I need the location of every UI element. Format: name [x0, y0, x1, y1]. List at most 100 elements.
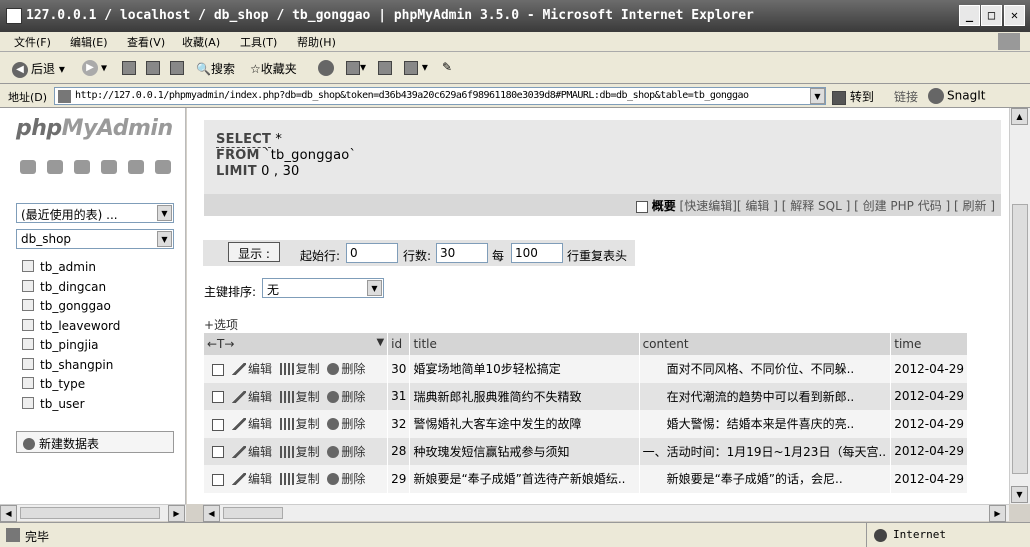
cell-time[interactable]: 2012-04-29 [890, 410, 968, 438]
menu-tools[interactable]: 工具(T) [240, 34, 277, 50]
go-button[interactable]: 转到 [832, 88, 874, 105]
delete-link[interactable]: 删除 [327, 445, 365, 459]
table-item-tb-user[interactable]: tb_user [22, 396, 120, 417]
home-icon[interactable] [20, 160, 36, 174]
address-dropdown-chevron-down-icon[interactable]: ▼ [810, 88, 825, 104]
scroll-up-icon[interactable]: ▲ [1011, 108, 1028, 125]
cell-id[interactable]: 32 [387, 410, 411, 438]
main-vscrollbar[interactable]: ▲ ▼ [1009, 108, 1030, 504]
table-item-tb-admin[interactable]: tb_admin [22, 260, 120, 280]
cell-id[interactable]: 30 [387, 355, 411, 383]
cell-content[interactable]: 新娘要是“奉子成婚”的话，会尼.. [639, 465, 892, 493]
scroll-thumb[interactable] [1012, 204, 1028, 474]
column-header-id[interactable]: id [387, 333, 411, 355]
cell-content[interactable]: 一、活动时间：1月19日~1月23日（每天宫.. [639, 437, 892, 465]
cell-content[interactable]: 在对代潮流的趋势中可以看到新郎.. [639, 382, 892, 410]
sql-action-links[interactable]: [快速编辑][ 编辑 ] [ 解释 SQL ] [ 创建 PHP 代码 ] [ … [680, 199, 995, 213]
minimize-button[interactable]: _ [959, 5, 980, 26]
database-select[interactable]: db_shop ▼ [16, 229, 174, 249]
scroll-down-icon[interactable]: ▼ [1011, 486, 1028, 503]
primary-key-sort-select[interactable]: 无 ▼ [262, 278, 384, 298]
column-header-time[interactable]: time [890, 333, 968, 355]
cell-content[interactable]: 面对不同风格、不同价位、不同躲.. [639, 355, 892, 383]
table-item-tb-dingcan[interactable]: tb_dingcan [22, 279, 120, 300]
cell-id[interactable]: 28 [387, 437, 411, 465]
table-item-tb-shangpin[interactable]: tb_shangpin [22, 357, 120, 378]
new-table-button[interactable]: 新建数据表 [16, 431, 174, 453]
delete-link[interactable]: 删除 [327, 390, 365, 404]
messenger-button[interactable]: ✎ [442, 60, 452, 74]
copy-link[interactable]: 复制 [279, 390, 320, 404]
search-button[interactable]: 🔍搜索 [196, 60, 235, 77]
table-item-tb-type[interactable]: tb_type [22, 377, 120, 397]
copy-link[interactable]: 复制 [279, 472, 320, 486]
phpmyadmin-logo[interactable]: phpMyAdmin [16, 116, 173, 141]
cell-id[interactable]: 29 [387, 465, 411, 493]
edit-link[interactable]: 编辑 [232, 472, 272, 486]
docs-icon[interactable] [128, 160, 144, 174]
history-button[interactable] [318, 60, 337, 76]
scroll-thumb[interactable] [223, 507, 283, 519]
start-row-input[interactable]: 0 [346, 243, 398, 263]
cell-id[interactable]: 31 [387, 382, 411, 410]
favorites-button[interactable]: ☆收藏夹 [250, 60, 297, 77]
row-checkbox[interactable] [212, 363, 224, 376]
table-item-tb-leaveword[interactable]: tb_leaveword [22, 318, 120, 339]
edit-link[interactable]: 编辑 [232, 362, 272, 376]
exit-icon[interactable] [47, 160, 63, 174]
refresh-button[interactable] [146, 60, 160, 75]
menu-favorites[interactable]: 收藏(A) [182, 34, 220, 50]
cell-title[interactable]: 种玫瑰发短信赢钻戒参与须知 [409, 437, 640, 465]
menu-file[interactable]: 文件(F) [14, 34, 51, 50]
scroll-left-icon[interactable]: ◀ [203, 505, 220, 522]
row-checkbox[interactable] [212, 391, 224, 404]
edit-link[interactable]: 编辑 [232, 390, 272, 404]
delete-link[interactable]: 删除 [327, 362, 365, 376]
back-button[interactable]: ◀ 后退 ▾ [12, 60, 65, 78]
query-window-icon[interactable] [74, 160, 90, 174]
table-item-tb-pingjia[interactable]: tb_pingjia [22, 338, 120, 358]
edit-page-button[interactable]: ▾ [404, 60, 428, 75]
cell-title[interactable]: 瑞典新郎礼服典雅简约不失精致 [409, 382, 640, 410]
row-checkbox[interactable] [212, 418, 224, 431]
close-button[interactable]: ✕ [1004, 5, 1025, 26]
cell-time[interactable]: 2012-04-29 [890, 437, 968, 465]
delete-link[interactable]: 删除 [327, 417, 365, 431]
row-checkbox[interactable] [212, 473, 224, 486]
recent-tables-select[interactable]: (最近使用的表) ... ▼ [16, 203, 174, 223]
repeat-header-input[interactable]: 100 [511, 243, 563, 263]
copy-link[interactable]: 复制 [279, 417, 320, 431]
print-button[interactable] [378, 60, 392, 75]
delete-link[interactable]: 删除 [327, 472, 365, 486]
cell-content[interactable]: 婚大警惕：结婚本来是件喜庆的亮.. [639, 410, 892, 438]
menu-help[interactable]: 帮助(H) [297, 34, 336, 50]
cell-time[interactable]: 2012-04-29 [890, 382, 968, 410]
help-icon[interactable] [101, 160, 117, 174]
forward-button[interactable]: ▶ ▾ [82, 60, 107, 76]
profile-checkbox[interactable] [635, 200, 648, 213]
cell-time[interactable]: 2012-04-29 [890, 465, 968, 493]
cell-time[interactable]: 2012-04-29 [890, 355, 968, 383]
mail-button[interactable]: ▾ [346, 60, 366, 75]
scroll-right-icon[interactable]: ▶ [168, 505, 185, 522]
scroll-thumb[interactable] [20, 507, 160, 519]
table-item-tb-gonggao[interactable]: tb_gonggao [22, 299, 120, 319]
show-button[interactable]: 显示 : [228, 242, 280, 262]
options-toggle[interactable]: +选项 [204, 316, 238, 333]
links-label[interactable]: 链接 [894, 88, 918, 105]
scroll-right-icon[interactable]: ▶ [989, 505, 1006, 522]
stop-button[interactable] [122, 60, 136, 75]
snagit-button[interactable]: SnagIt [928, 88, 985, 104]
maximize-button[interactable]: □ [981, 5, 1002, 26]
column-header-title[interactable]: title [409, 333, 640, 355]
cell-title[interactable]: 婚宴场地简单10步轻松搞定 [409, 355, 640, 383]
scroll-left-icon[interactable]: ◀ [0, 505, 17, 522]
sort-chevron-down-icon[interactable]: ▼ [376, 337, 384, 348]
edit-link[interactable]: 编辑 [232, 417, 272, 431]
edit-link[interactable]: 编辑 [232, 445, 272, 459]
menu-view[interactable]: 查看(V) [127, 34, 165, 50]
row-checkbox[interactable] [212, 446, 224, 459]
address-input[interactable]: http://127.0.0.1/phpmyadmin/index.php?db… [54, 87, 826, 105]
copy-link[interactable]: 复制 [279, 445, 320, 459]
column-arrows-header[interactable]: ←T→ ▼ [204, 333, 389, 355]
